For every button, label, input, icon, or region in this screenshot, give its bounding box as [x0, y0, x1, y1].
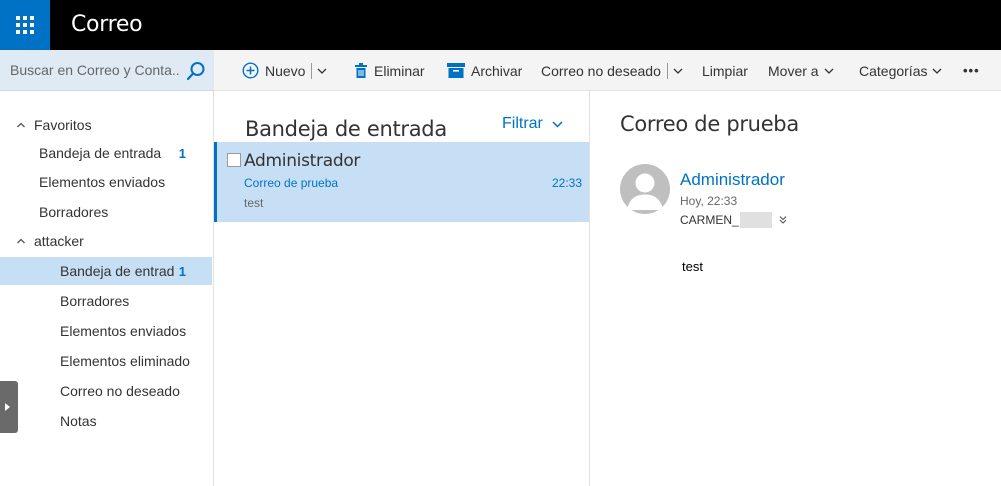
sidebar-item-label: Borradores	[60, 293, 130, 309]
sent-date: Hoy, 22:33	[680, 194, 738, 208]
chevron-down-icon[interactable]	[673, 66, 683, 76]
favorites-label: Favoritos	[34, 117, 92, 133]
sidebar-item-deleted[interactable]: Elementos eliminado	[0, 347, 212, 375]
move-to-button-label: Mover a	[768, 62, 819, 79]
app-title: Correo	[71, 12, 143, 37]
sidebar-item-label: Elementos enviados	[39, 174, 166, 190]
more-options-button[interactable]: •••	[963, 50, 980, 91]
chevron-down-icon[interactable]	[317, 66, 327, 76]
new-button[interactable]: Nuevo	[242, 50, 327, 91]
person-icon	[627, 173, 663, 210]
redaction-block	[739, 212, 772, 228]
list-title: Bandeja de entrada	[245, 117, 447, 141]
search-icon[interactable]	[186, 61, 206, 81]
recipient-line: CARMEN_	[680, 212, 788, 228]
double-chevron-down-icon[interactable]	[778, 215, 788, 225]
email-body: test	[682, 259, 703, 274]
chevron-up-icon	[17, 122, 25, 128]
sender-name[interactable]: Administrador	[680, 170, 785, 190]
chevron-down-icon	[933, 68, 942, 74]
unread-count: 1	[178, 263, 186, 279]
divider	[311, 62, 313, 79]
sweep-button-label: Limpiar	[702, 62, 748, 79]
list-item[interactable]: Administrador Correo de prueba 22:33 tes…	[214, 142, 589, 222]
sidebar-item-notes[interactable]: Notas	[0, 407, 212, 435]
new-button-label: Nuevo	[265, 62, 306, 79]
pane-toggle-handle[interactable]	[0, 381, 18, 433]
sidebar-item-sent[interactable]: Elementos enviados	[0, 317, 212, 345]
delete-button[interactable]: Eliminar	[354, 50, 425, 91]
command-bar: Nuevo Eliminar Archivar Correo no desead…	[214, 50, 1001, 91]
search-box	[0, 50, 214, 91]
sidebar-item-label: Bandeja de entrada	[39, 145, 162, 161]
divider	[666, 62, 668, 79]
sidebar-item-favorite-sent[interactable]: Elementos enviados	[0, 168, 212, 196]
email-subject: Correo de prueba	[620, 112, 799, 136]
trash-icon	[355, 62, 367, 78]
sidebar-item-label: Borradores	[39, 204, 109, 220]
categories-button-label: Categorías	[859, 62, 928, 79]
delete-button-label: Eliminar	[374, 62, 425, 79]
sidebar-item-label: Elementos enviados	[60, 323, 187, 339]
recipient-name: CARMEN_	[680, 213, 739, 227]
archive-button[interactable]: Archivar	[447, 50, 522, 91]
archive-icon	[447, 63, 465, 78]
sidebar-item-label: Correo no deseado	[60, 383, 180, 399]
plus-circle-icon	[242, 62, 259, 79]
sweep-button[interactable]: Limpiar	[702, 50, 748, 91]
app-launcher-button[interactable]	[0, 0, 50, 50]
junk-button[interactable]: Correo no deseado	[541, 50, 683, 91]
favorites-header[interactable]: Favoritos	[0, 111, 212, 139]
chevron-down-icon	[552, 121, 563, 128]
more-icon: •••	[963, 63, 980, 78]
account-label: attacker	[34, 233, 84, 249]
message-list: Bandeja de entrada Filtrar Administrador…	[214, 91, 590, 486]
waffle-icon	[16, 16, 34, 34]
categories-button[interactable]: Categorías	[859, 50, 942, 91]
unread-count: 1	[178, 145, 186, 161]
sidebar-item-favorite-inbox[interactable]: Bandeja de entrada 1	[0, 139, 212, 167]
message-sender: Administrador	[244, 151, 361, 171]
message-subject: Correo de prueba	[244, 176, 339, 190]
message-time: 22:33	[551, 176, 582, 190]
avatar	[620, 164, 670, 214]
caret-right-icon	[5, 403, 10, 411]
top-bar: Correo	[0, 0, 1001, 50]
search-input[interactable]	[10, 58, 180, 82]
move-to-button[interactable]: Mover a	[768, 50, 834, 91]
filter-label: Filtrar	[502, 115, 543, 132]
select-checkbox[interactable]	[227, 153, 241, 167]
sidebar-item-label: Bandeja de entrad	[60, 263, 175, 279]
sidebar-item-label: Notas	[60, 413, 97, 429]
reading-pane: Correo de prueba Administrador Hoy, 22:3…	[590, 91, 1001, 486]
sidebar-item-label: Elementos eliminado	[60, 353, 190, 369]
sidebar-item-drafts[interactable]: Borradores	[0, 287, 212, 315]
filter-button[interactable]: Filtrar	[502, 115, 563, 133]
account-header[interactable]: attacker	[0, 227, 212, 255]
sidebar-item-favorite-drafts[interactable]: Borradores	[0, 198, 212, 226]
sidebar-item-inbox[interactable]: Bandeja de entrad 1	[0, 257, 212, 285]
chevron-down-icon	[824, 68, 834, 74]
archive-button-label: Archivar	[471, 62, 523, 79]
junk-button-label: Correo no deseado	[541, 62, 661, 79]
folder-pane: Favoritos Bandeja de entrada 1 Elementos…	[0, 91, 214, 486]
message-preview: test	[244, 196, 264, 210]
chevron-up-icon	[17, 238, 25, 244]
sidebar-item-junk[interactable]: Correo no deseado	[0, 377, 212, 405]
